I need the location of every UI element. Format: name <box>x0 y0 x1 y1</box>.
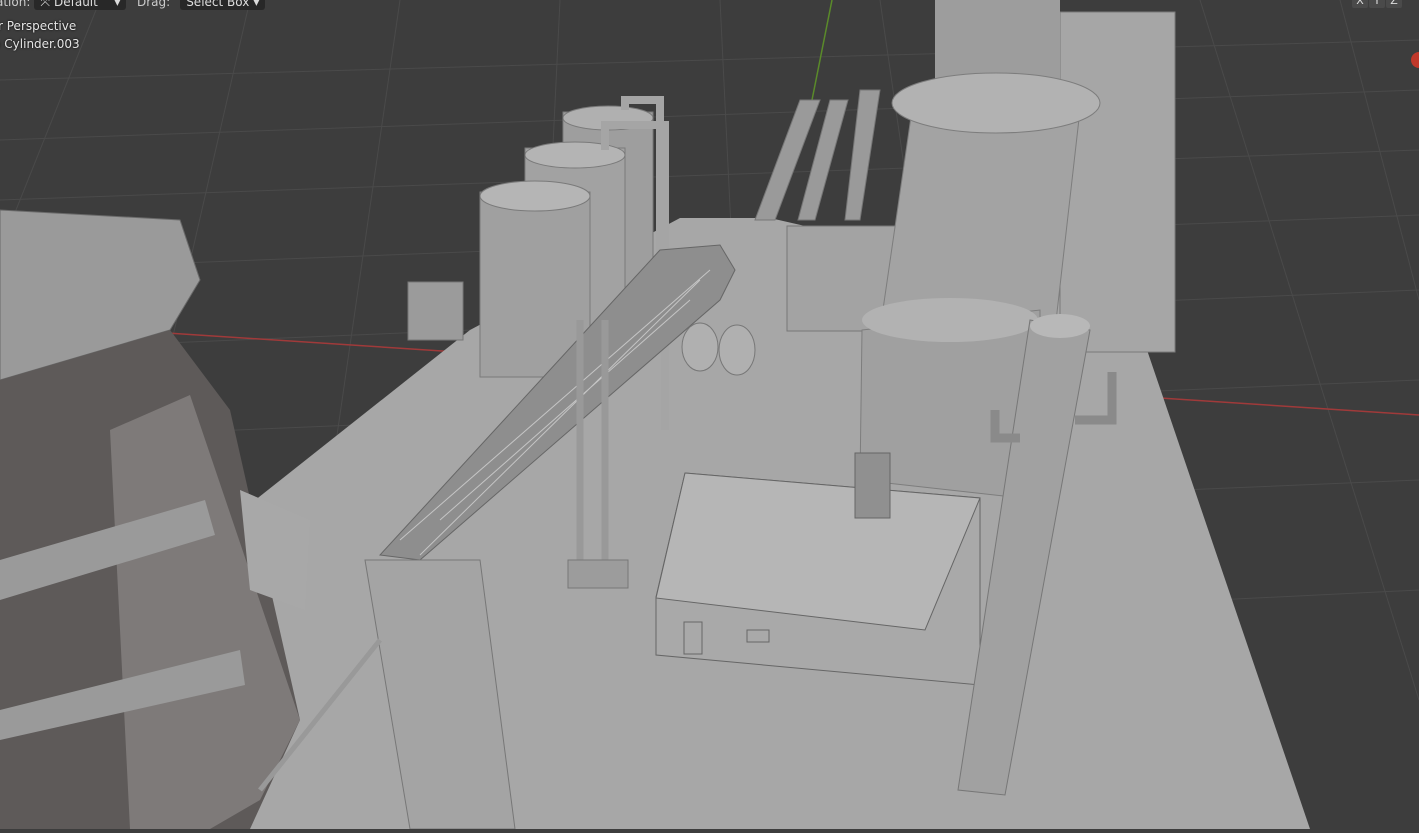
drag-selector[interactable]: Drag: Select Box ▾ <box>137 0 266 10</box>
orientation-label: ation: <box>0 0 31 9</box>
small-box <box>407 281 464 341</box>
mirror-x-button[interactable]: X <box>1352 0 1368 8</box>
3d-viewport[interactable]: ation: ⤧ Default ▾ Drag: Select Box ▾ r … <box>0 0 1419 830</box>
mirror-z-button[interactable]: Z <box>1386 0 1402 8</box>
chevron-down-icon: ▾ <box>253 0 260 9</box>
y-axis-line <box>811 0 833 101</box>
orientation-dropdown[interactable]: ⤧ Default ▾ <box>34 0 127 10</box>
left-reactor <box>0 209 310 829</box>
orientation-selector[interactable]: ation: ⤧ Default ▾ <box>0 0 127 10</box>
active-object-name: ◍ Cylinder.003 <box>0 37 80 51</box>
drag-value: Select Box <box>186 0 250 9</box>
active-object-label: Cylinder.003 <box>4 37 80 51</box>
pipe-base <box>567 559 629 589</box>
drag-dropdown[interactable]: Select Box ▾ <box>180 0 266 10</box>
view-name: r Perspective <box>0 19 77 33</box>
tall-building <box>1059 11 1176 353</box>
orientation-value: Default <box>54 0 98 9</box>
chevron-down-icon: ▾ <box>114 0 121 9</box>
rooftop-cylinder <box>854 452 891 519</box>
stack-top <box>1030 314 1090 338</box>
back-rail-cars <box>754 89 881 221</box>
orientation-icon: ⤧ <box>40 0 50 9</box>
scene[interactable] <box>0 0 1419 830</box>
mirror-y-button[interactable]: Y <box>1369 0 1385 8</box>
drag-label: Drag: <box>137 0 171 9</box>
